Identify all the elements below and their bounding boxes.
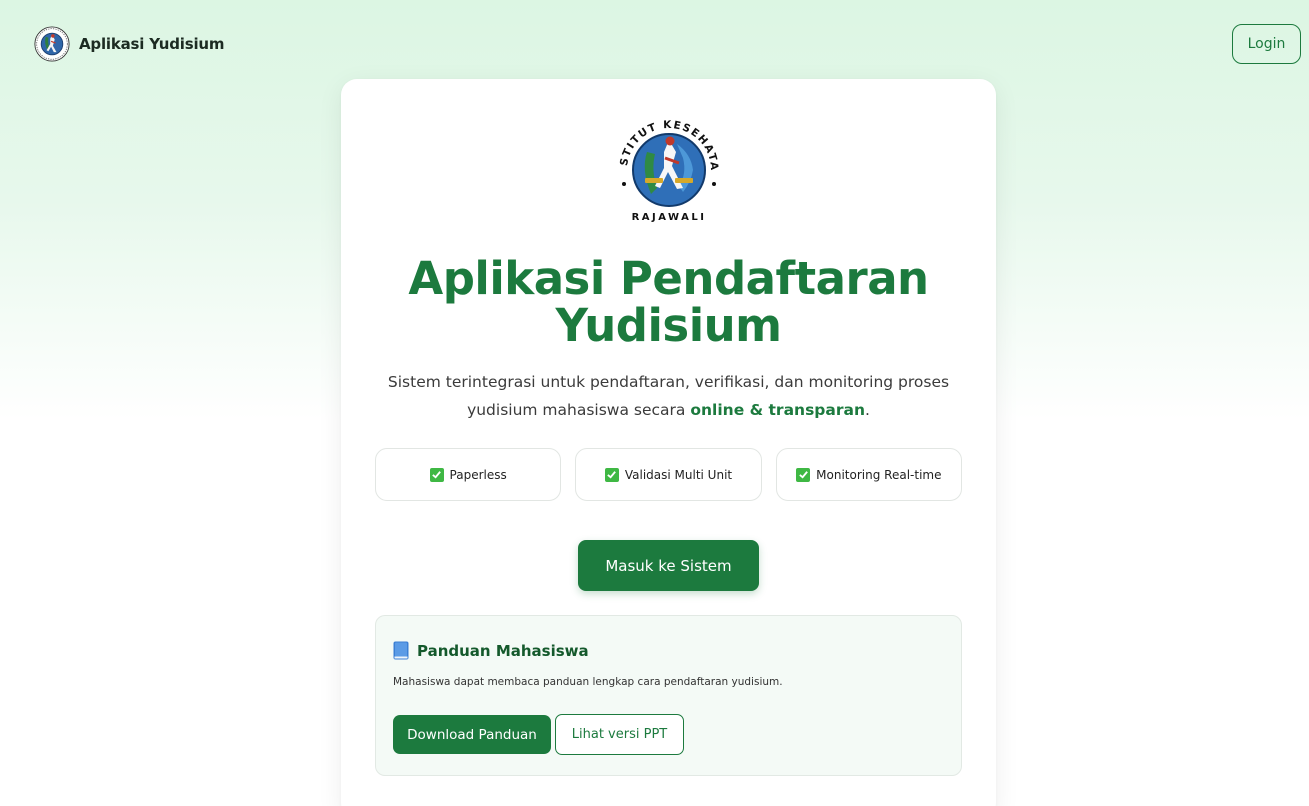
student-guide-panel: Panduan Mahasiswa Mahasiswa dapat membac…: [375, 615, 962, 776]
guide-header: Panduan Mahasiswa: [393, 641, 589, 660]
emblem-bottom-label: RAJAWALI: [632, 212, 707, 223]
guide-title: Panduan Mahasiswa: [417, 641, 589, 660]
top-navbar: Aplikasi Yudisium Login: [0, 0, 1309, 90]
page: Aplikasi Yudisium Login INSTITUT KESEHAT…: [0, 0, 1309, 806]
feature-label: Monitoring Real-time: [816, 467, 942, 482]
institute-emblem-icon: INSTITUT KESEHATAN RAJAWALI: [607, 108, 729, 230]
book-icon: [393, 641, 409, 660]
feature-paperless: Paperless: [375, 448, 562, 501]
feature-validasi: Validasi Multi Unit: [575, 448, 762, 501]
feature-monitoring: Monitoring Real-time: [775, 448, 962, 501]
check-icon: [796, 467, 811, 482]
landing-card: INSTITUT KESEHATAN RAJAWALI Aplikasi Pen…: [341, 79, 996, 806]
check-icon: [604, 467, 619, 482]
login-button[interactable]: Login: [1232, 24, 1301, 64]
page-title: Aplikasi Pendaftaran Yudisium: [408, 252, 929, 352]
institute-logo-icon: [34, 26, 70, 62]
guide-description: Mahasiswa dapat membaca panduan lengkap …: [393, 676, 783, 688]
brand[interactable]: Aplikasi Yudisium: [34, 26, 225, 62]
enter-system-button[interactable]: Masuk ke Sistem: [578, 540, 759, 591]
feature-list: Paperless Validasi Multi Unit Monitoring…: [375, 448, 962, 501]
view-ppt-button[interactable]: Lihat versi PPT: [555, 714, 684, 755]
download-guide-button[interactable]: Download Panduan: [393, 715, 551, 754]
hero-description-suffix: .: [865, 401, 870, 419]
feature-label: Paperless: [449, 467, 507, 482]
app-name: Aplikasi Yudisium: [79, 35, 225, 53]
feature-label: Validasi Multi Unit: [624, 467, 733, 482]
check-icon: [429, 467, 444, 482]
hero-description-highlight: online & transparan: [690, 401, 865, 419]
guide-actions: Download Panduan Lihat versi PPT: [393, 714, 684, 755]
hero-description: Sistem terintegrasi untuk pendaftaran, v…: [371, 368, 966, 424]
